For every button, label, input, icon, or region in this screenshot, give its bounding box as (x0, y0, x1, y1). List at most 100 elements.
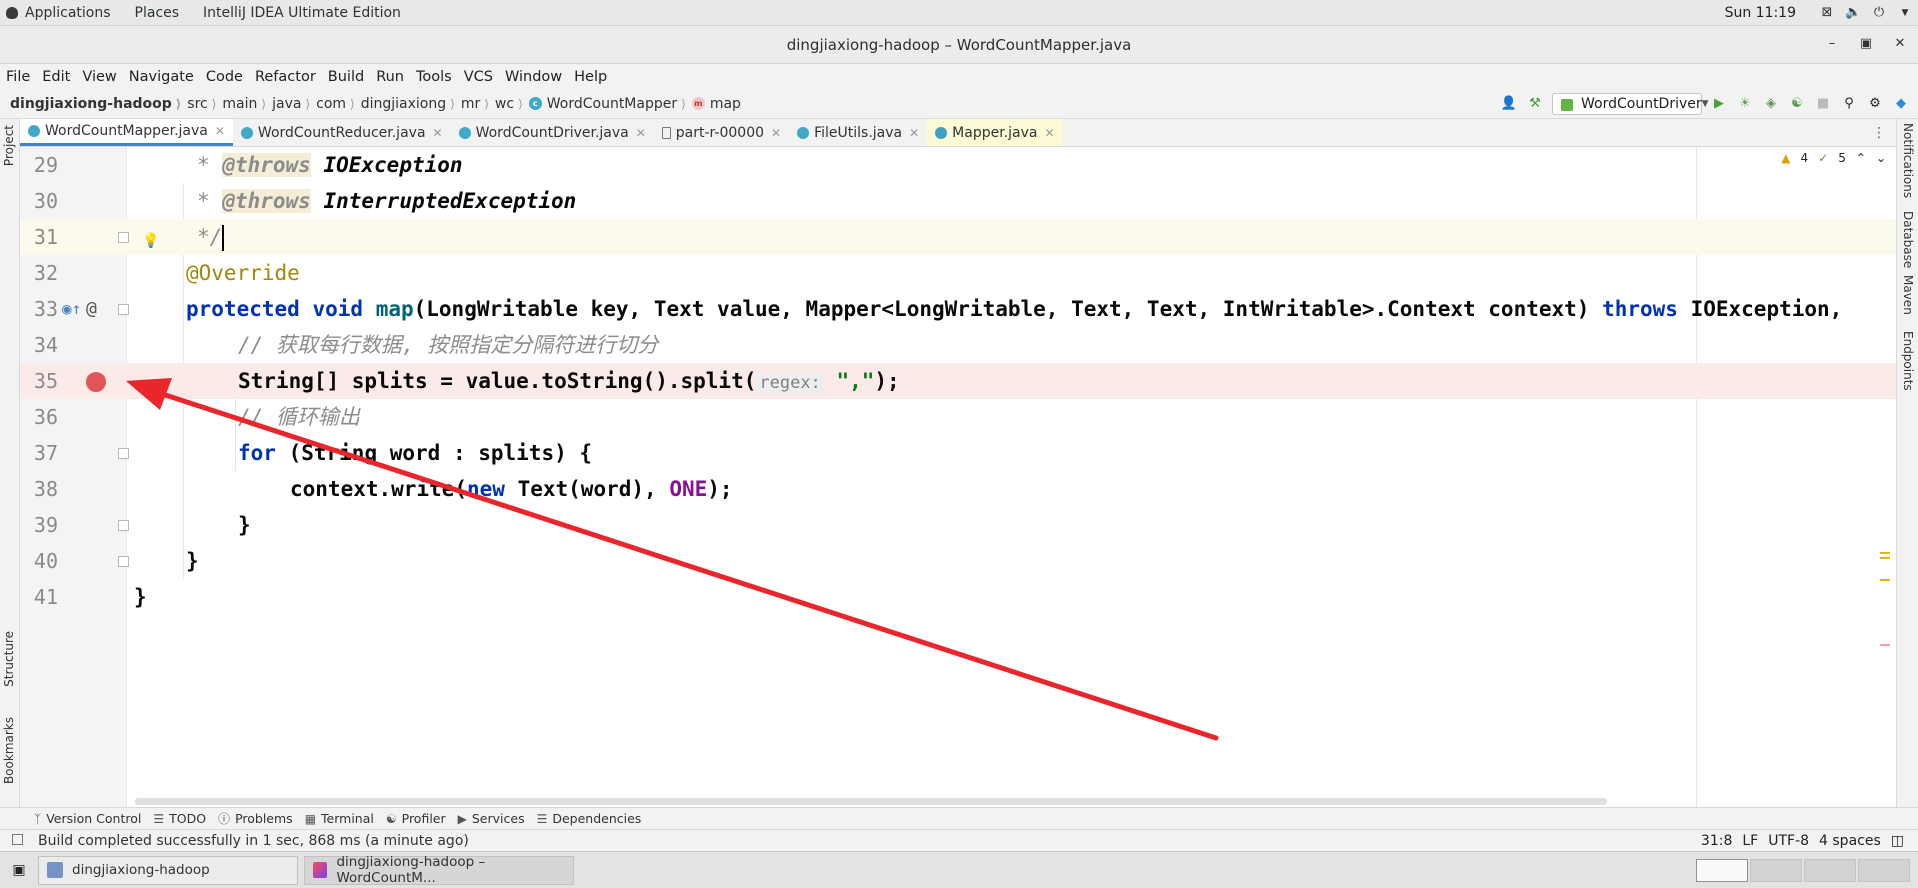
clock[interactable]: Sun 11:19 (1725, 5, 1814, 21)
code-line-38[interactable]: 38 context.write(new Text(word), ONE); (20, 471, 1896, 507)
tool-version-control[interactable]: ᛉ Version Control (0, 811, 153, 826)
panel-toggle-icon[interactable] (12, 834, 23, 845)
coverage-icon[interactable]: ◈ (1762, 95, 1780, 113)
volume-icon[interactable]: 🔈 (1845, 5, 1861, 20)
breakpoint-marker[interactable] (1880, 644, 1890, 646)
taskbar-item-folder[interactable]: dingjiaxiong-hadoop (38, 855, 298, 885)
breadcrumb-wc[interactable]: wc ⟩ (495, 96, 529, 112)
tool-dependencies[interactable]: ☰ Dependencies (537, 811, 654, 826)
database-tool-tab[interactable]: Database (1901, 211, 1915, 268)
notifications-tool-tab[interactable]: Notifications (1901, 123, 1915, 198)
tool-profiler[interactable]: ☯ Profiler (386, 811, 458, 826)
menu-code[interactable]: Code (200, 69, 249, 85)
code-line-39[interactable]: 39 } (20, 507, 1896, 543)
tool-terminal[interactable]: ▦ Terminal (305, 811, 386, 826)
fold-icon[interactable] (118, 304, 129, 315)
indent-setting[interactable]: 4 spaces (1819, 833, 1881, 849)
workspace-2[interactable] (1750, 858, 1802, 882)
breadcrumb-class[interactable]: c WordCountMapper ⟩ (528, 96, 692, 112)
horizontal-scrollbar[interactable] (135, 798, 1607, 805)
menu-refactor[interactable]: Refactor (249, 69, 322, 85)
tab-wordcountmapper[interactable]: WordCountMapper.java ✕ (20, 119, 233, 146)
more-tabs-icon[interactable]: ⋮ (1862, 119, 1896, 146)
maximize-icon[interactable]: ▣ (1856, 34, 1876, 54)
breadcrumb-src[interactable]: src ⟩ (187, 96, 222, 112)
active-app-menu[interactable]: IntelliJ IDEA Ultimate Edition (191, 5, 413, 21)
lightbulb-icon[interactable]: 💡 (142, 223, 159, 259)
tool-problems[interactable]: ⓘ Problems (218, 810, 305, 827)
power-icon[interactable]: ⏻ (1871, 5, 1887, 20)
breadcrumb-java[interactable]: java ⟩ (272, 96, 316, 112)
code-line-37[interactable]: 37 for (String word : splits) { (20, 435, 1896, 471)
code-editor[interactable]: ▲ 4 ✓ 5 ⌃ ⌄ 29 * @throws IOException 30 … (20, 147, 1896, 807)
code-line-36[interactable]: 36 // 循环输出 (20, 399, 1896, 435)
menu-build[interactable]: Build (322, 69, 370, 85)
show-desktop-icon[interactable]: ▣ (6, 857, 32, 883)
tab-fileutils[interactable]: FileUtils.java ✕ (789, 119, 927, 146)
breakpoint-icon[interactable] (86, 372, 106, 392)
breadcrumb-method[interactable]: m map (691, 96, 741, 112)
code-line-30[interactable]: 30 * @throws InterruptedException (20, 183, 1896, 219)
code-line-32[interactable]: 32 @Override (20, 255, 1896, 291)
status-message[interactable]: Build completed successfully in 1 sec, 8… (0, 833, 469, 849)
menu-view[interactable]: View (76, 69, 122, 85)
gear-icon[interactable]: ⚙ (1866, 95, 1884, 113)
implements-method-icon[interactable]: ◉↑ (62, 291, 81, 327)
breadcrumb-project[interactable]: dingjiaxiong-hadoop ⟩ (10, 96, 187, 112)
code-line-33[interactable]: 33 ◉↑ @ protected void map(LongWritable … (20, 291, 1896, 327)
tool-todo[interactable]: ☰ TODO (153, 811, 218, 826)
run-configuration-select[interactable]: WordCountDriver ▼ (1552, 92, 1709, 115)
lock-icon[interactable]: ◫ (1891, 833, 1904, 849)
code-line-35[interactable]: 35 String[] splits = value.toString().sp… (20, 363, 1896, 399)
structure-tool-tab[interactable]: Structure (2, 631, 16, 687)
minimize-icon[interactable]: – (1822, 34, 1842, 54)
breadcrumb-com[interactable]: com ⟩ (316, 96, 361, 112)
menu-tools[interactable]: Tools (410, 69, 458, 85)
tool-services[interactable]: ▶ Services (458, 811, 537, 826)
breadcrumb-dingjiaxiong[interactable]: dingjiaxiong ⟩ (361, 96, 461, 112)
project-tool-tab[interactable]: Project (2, 125, 16, 166)
breadcrumb-main[interactable]: main ⟩ (222, 96, 272, 112)
tab-mapper[interactable]: Mapper.java ✕ (927, 119, 1063, 146)
network-icon[interactable]: ⊠ (1819, 5, 1835, 20)
taskbar-item-intellij[interactable]: dingjiaxiong-hadoop – WordCountM... (304, 854, 574, 886)
code-line-31[interactable]: 31 💡 */ (20, 219, 1896, 255)
tab-wordcountdriver[interactable]: WordCountDriver.java ✕ (451, 119, 654, 146)
close-icon[interactable]: ✕ (433, 126, 443, 140)
workspace-1[interactable] (1696, 858, 1748, 882)
applications-menu[interactable]: Applications (0, 5, 123, 21)
code-line-34[interactable]: 34 // 获取每行数据, 按照指定分隔符进行切分 (20, 327, 1896, 363)
menu-run[interactable]: Run (370, 69, 410, 85)
code-line-41[interactable]: 41 } (20, 579, 1896, 615)
fold-icon[interactable] (118, 448, 129, 459)
workspace-4[interactable] (1858, 858, 1910, 882)
places-menu[interactable]: Places (123, 5, 192, 21)
fold-icon[interactable] (118, 556, 129, 567)
file-encoding[interactable]: UTF-8 (1768, 833, 1809, 849)
chevron-down-icon[interactable]: ▼ (1897, 6, 1913, 20)
code-line-29[interactable]: 29 * @throws IOException (20, 147, 1896, 183)
menu-navigate[interactable]: Navigate (123, 69, 200, 85)
debug-icon[interactable]: ☀ (1736, 95, 1754, 113)
close-icon[interactable]: ✕ (909, 126, 919, 140)
close-icon[interactable]: ✕ (1890, 34, 1910, 54)
menu-file[interactable]: File (0, 69, 36, 85)
bookmarks-tool-tab[interactable]: Bookmarks (2, 717, 16, 784)
search-icon[interactable]: ⚲ (1840, 95, 1858, 113)
stop-icon[interactable]: ■ (1814, 95, 1832, 113)
breadcrumb-mr[interactable]: mr ⟩ (461, 96, 495, 112)
menu-window[interactable]: Window (499, 69, 568, 85)
line-separator[interactable]: LF (1742, 833, 1758, 849)
fold-icon[interactable] (118, 232, 129, 243)
fold-icon[interactable] (118, 520, 129, 531)
caret-position[interactable]: 31:8 (1701, 833, 1732, 849)
tab-wordcountreducer[interactable]: WordCountReducer.java ✕ (233, 119, 451, 146)
close-icon[interactable]: ✕ (636, 126, 646, 140)
maven-tool-tab[interactable]: Maven (1901, 275, 1915, 315)
hammer-icon[interactable]: ⚒ (1526, 95, 1544, 113)
code-line-40[interactable]: 40 } (20, 543, 1896, 579)
workspace-3[interactable] (1804, 858, 1856, 882)
run-icon[interactable]: ▶ (1710, 95, 1728, 113)
user-icon[interactable]: 👤 (1500, 95, 1518, 113)
menu-vcs[interactable]: VCS (458, 69, 499, 85)
